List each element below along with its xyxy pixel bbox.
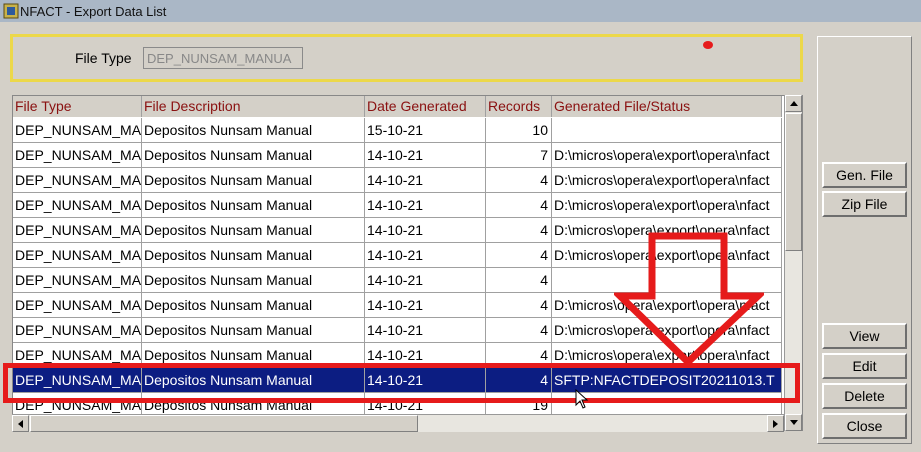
cell-records: 7 — [486, 143, 552, 168]
cell-date-generated: 14-10-21 — [365, 218, 486, 243]
horizontal-scroll-thumb[interactable] — [30, 415, 418, 432]
cell-generated-file: D:\micros\opera\export\opera\nfact — [552, 193, 782, 218]
cell-date-generated: 14-10-21 — [365, 243, 486, 268]
cell-file-type: DEP_NUNSAM_MA — [13, 268, 142, 293]
cell-file-description: Depositos Nunsam Manual — [142, 143, 365, 168]
edit-button[interactable]: Edit — [822, 353, 907, 379]
table-row[interactable]: DEP_NUNSAM_MA Depositos Nunsam Manual 14… — [13, 218, 782, 243]
cell-file-type: DEP_NUNSAM_MA — [13, 143, 142, 168]
table-row[interactable]: DEP_NUNSAM_MA Depositos Nunsam Manual 14… — [13, 168, 782, 193]
view-button[interactable]: View — [822, 323, 907, 349]
mouse-cursor-icon — [575, 389, 589, 409]
table-row[interactable]: DEP_NUNSAM_MA Depositos Nunsam Manual 14… — [13, 143, 782, 168]
table-row[interactable]: DEP_NUNSAM_MA Depositos Nunsam Manual 14… — [13, 268, 782, 293]
cell-records: 4 — [486, 243, 552, 268]
cell-file-type: DEP_NUNSAM_MA — [13, 193, 142, 218]
cell-file-type: DEP_NUNSAM_MA — [13, 168, 142, 193]
cell-file-type: DEP_NUNSAM_MA — [13, 368, 142, 393]
column-header-file-description[interactable]: File Description — [142, 96, 365, 117]
horizontal-scrollbar[interactable] — [12, 414, 784, 432]
cell-date-generated: 14-10-21 — [365, 343, 486, 368]
arrow-down-icon — [789, 420, 798, 425]
cell-file-description: Depositos Nunsam Manual — [142, 318, 365, 343]
file-type-input[interactable] — [143, 47, 303, 69]
column-header-generated-file[interactable]: Generated File/Status — [552, 96, 782, 117]
column-header-file-type[interactable]: File Type — [13, 96, 142, 117]
cell-generated-file — [552, 118, 782, 143]
cell-file-type: DEP_NUNSAM_MA — [13, 343, 142, 368]
table-row-selected[interactable]: DEP_NUNSAM_MA Depositos Nunsam Manual 14… — [13, 368, 782, 393]
cell-file-description: Depositos Nunsam Manual — [142, 368, 365, 393]
cell-date-generated: 15-10-21 — [365, 118, 486, 143]
cell-date-generated: 14-10-21 — [365, 168, 486, 193]
table-row[interactable]: DEP_NUNSAM_MA Depositos Nunsam Manual 14… — [13, 293, 782, 318]
cell-file-description: Depositos Nunsam Manual — [142, 343, 365, 368]
filter-panel: File Type — [10, 34, 803, 82]
arrow-right-icon — [773, 419, 778, 428]
cell-records: 4 — [486, 318, 552, 343]
cell-generated-file: D:\micros\opera\export\opera\nfact — [552, 218, 782, 243]
cell-generated-file: D:\micros\opera\export\opera\nfact — [552, 343, 782, 368]
delete-button[interactable]: Delete — [822, 383, 907, 409]
cell-records: 4 — [486, 368, 552, 393]
cell-records: 4 — [486, 293, 552, 318]
cell-records: 10 — [486, 118, 552, 143]
cell-generated-file: D:\micros\opera\export\opera\nfact — [552, 168, 782, 193]
cell-file-description: Depositos Nunsam Manual — [142, 268, 365, 293]
table-row[interactable]: DEP_NUNSAM_MA Depositos Nunsam Manual 14… — [13, 243, 782, 268]
cell-date-generated: 14-10-21 — [365, 293, 486, 318]
cell-file-type: DEP_NUNSAM_MA — [13, 318, 142, 343]
window-title: NFACT - Export Data List — [20, 3, 167, 19]
column-header-date-generated[interactable]: Date Generated — [365, 96, 486, 117]
close-button[interactable]: Close — [822, 413, 907, 439]
table-row[interactable]: DEP_NUNSAM_MA Depositos Nunsam Manual 14… — [13, 193, 782, 218]
zip-file-button[interactable]: Zip File — [822, 191, 907, 217]
cell-date-generated: 14-10-21 — [365, 318, 486, 343]
cell-generated-file: D:\micros\opera\export\opera\nfact — [552, 293, 782, 318]
cell-file-description: Depositos Nunsam Manual — [142, 168, 365, 193]
file-type-label: File Type — [75, 50, 132, 66]
cell-date-generated: 14-10-21 — [365, 193, 486, 218]
cell-file-type: DEP_NUNSAM_MA — [13, 293, 142, 318]
export-table: File Type File Description Date Generate… — [12, 95, 803, 431]
table-row[interactable]: DEP_NUNSAM_MA Depositos Nunsam Manual 14… — [13, 343, 782, 368]
cell-file-type: DEP_NUNSAM_MA — [13, 243, 142, 268]
scroll-down-button[interactable] — [785, 414, 802, 431]
scroll-right-button[interactable] — [767, 415, 784, 432]
cell-date-generated: 14-10-21 — [365, 268, 486, 293]
gen-file-button[interactable]: Gen. File — [822, 162, 907, 188]
table-header: File Type File Description Date Generate… — [13, 96, 782, 117]
table-row[interactable]: DEP_NUNSAM_MA Depositos Nunsam Manual 14… — [13, 318, 782, 343]
vertical-scroll-thumb[interactable] — [785, 113, 802, 251]
cell-date-generated: 14-10-21 — [365, 368, 486, 393]
arrow-left-icon — [18, 419, 23, 428]
table-row[interactable]: DEP_NUNSAM_MA Depositos Nunsam Manual 15… — [13, 118, 782, 143]
cell-file-type: DEP_NUNSAM_MA — [13, 118, 142, 143]
app-icon — [3, 3, 19, 19]
cell-file-description: Depositos Nunsam Manual — [142, 193, 365, 218]
arrow-up-icon — [789, 101, 798, 106]
cell-records: 4 — [486, 218, 552, 243]
cell-generated-file: D:\micros\opera\export\opera\nfact — [552, 143, 782, 168]
column-header-records[interactable]: Records — [486, 96, 552, 117]
scroll-up-button[interactable] — [785, 95, 802, 112]
cell-file-type: DEP_NUNSAM_MA — [13, 218, 142, 243]
cell-records: 4 — [486, 343, 552, 368]
vertical-scrollbar[interactable] — [784, 95, 802, 431]
cell-records: 4 — [486, 268, 552, 293]
cell-file-description: Depositos Nunsam Manual — [142, 118, 365, 143]
cell-records: 4 — [486, 168, 552, 193]
cell-file-description: Depositos Nunsam Manual — [142, 293, 365, 318]
title-bar: NFACT - Export Data List — [0, 0, 921, 22]
export-data-window: File Type File Type File Description Dat… — [0, 22, 921, 452]
cell-generated-file: D:\micros\opera\export\opera\nfact — [552, 243, 782, 268]
cell-records: 4 — [486, 193, 552, 218]
cell-date-generated: 14-10-21 — [365, 143, 486, 168]
annotation-dot — [703, 41, 713, 49]
cell-file-description: Depositos Nunsam Manual — [142, 243, 365, 268]
scroll-left-button[interactable] — [12, 415, 29, 432]
cell-generated-file: D:\micros\opera\export\opera\nfact — [552, 318, 782, 343]
cell-generated-file — [552, 268, 782, 293]
cell-file-description: Depositos Nunsam Manual — [142, 218, 365, 243]
